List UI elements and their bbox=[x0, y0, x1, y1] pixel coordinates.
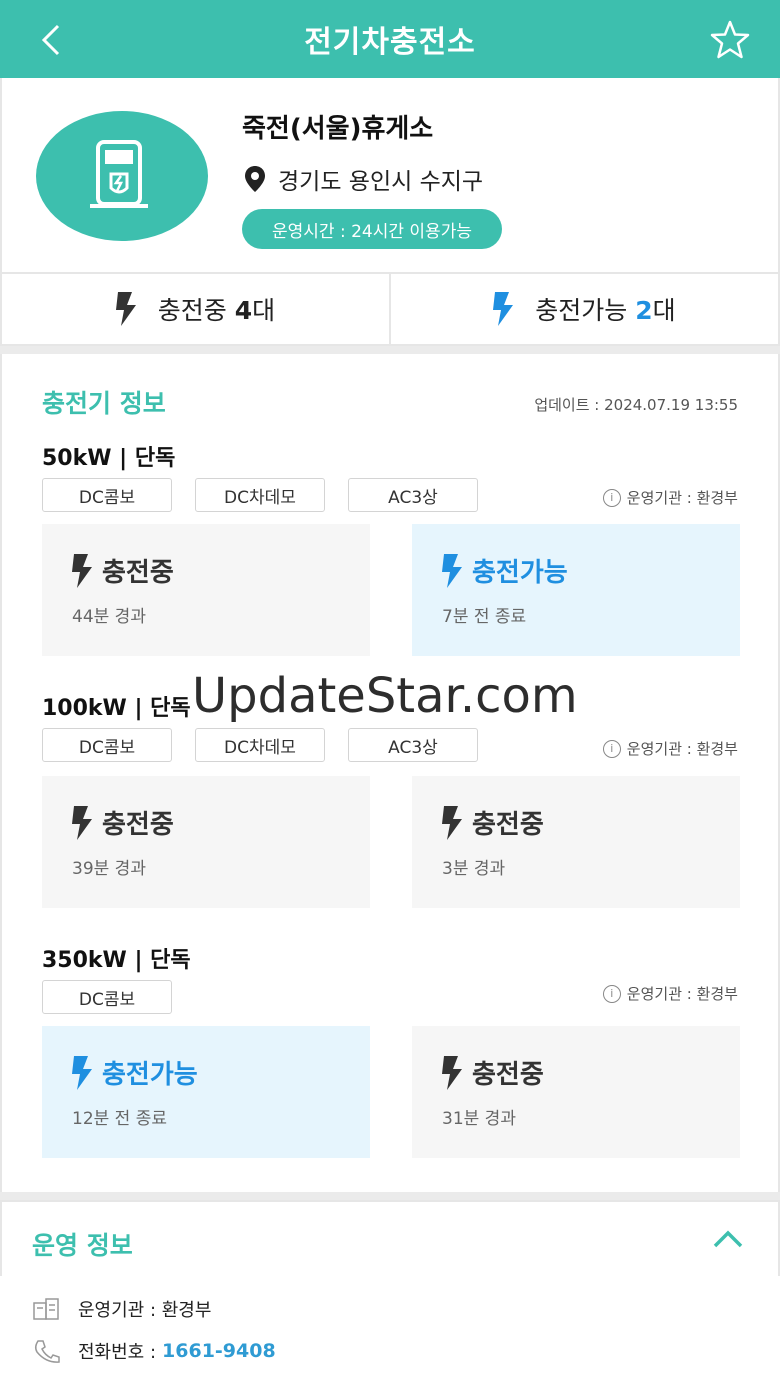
updated-time: 업데이트 : 2024.07.19 13:55 bbox=[534, 396, 738, 414]
charger-slot[interactable]: 충전중 39분 경과 bbox=[42, 776, 370, 908]
slot-detail: 7분 전 종료 bbox=[442, 607, 527, 627]
slot-status: 충전가능 bbox=[102, 1060, 198, 1090]
favorite-star-icon[interactable] bbox=[708, 18, 752, 62]
divider bbox=[0, 346, 780, 354]
operator-note: i 운영기관 : 환경부 bbox=[602, 738, 738, 759]
operator-note: i 운영기관 : 환경부 bbox=[602, 487, 738, 508]
location-pin-icon bbox=[245, 166, 265, 192]
app-header: 전기차충전소 bbox=[0, 0, 780, 78]
slot-status: 충전중 bbox=[102, 558, 174, 588]
operation-info-section: 운영 정보 운영기관 : 환경부 전화번호 : 1661-9408 bbox=[0, 1200, 780, 1386]
operator-row: 운영기관 : 환경부 bbox=[32, 1296, 211, 1322]
station-card: 죽전(서울)휴게소 경기도 용인시 수지구 운영시간 : 24시간 이용가능 bbox=[0, 78, 780, 272]
station-address: 경기도 용인시 수지구 bbox=[244, 162, 483, 196]
charging-station-icon bbox=[90, 140, 148, 208]
operator-text: 운영기관 : 환경부 bbox=[78, 1300, 212, 1321]
slot-status: 충전중 bbox=[102, 810, 174, 840]
charging-count: 4 bbox=[234, 296, 253, 325]
phone-number[interactable]: 1661-9408 bbox=[162, 1340, 276, 1362]
slot-detail: 39분 경과 bbox=[72, 859, 146, 879]
slot-detail: 3분 경과 bbox=[442, 859, 506, 879]
available-label: 충전가능 bbox=[535, 296, 628, 325]
charging-summary: 충전중 4대 bbox=[2, 274, 389, 344]
charger-group-title: 350kW | 단독 bbox=[42, 948, 191, 973]
available-unit: 대 bbox=[652, 296, 676, 325]
bolt-icon bbox=[72, 553, 92, 588]
slot-status: 충전중 bbox=[472, 810, 544, 840]
bolt-icon bbox=[72, 1055, 92, 1090]
phone-label: 전화번호 : bbox=[78, 1342, 157, 1363]
connector-tag: DC차데모 bbox=[195, 728, 325, 762]
bolt-icon bbox=[442, 1055, 462, 1090]
charger-info-section: 충전기 정보 업데이트 : 2024.07.19 13:55 50kW | 단독… bbox=[0, 354, 780, 1192]
phone-row[interactable]: 전화번호 : 1661-9408 bbox=[32, 1338, 276, 1364]
address-text: 경기도 용인시 수지구 bbox=[278, 169, 484, 195]
connector-tag: DC콤보 bbox=[42, 980, 172, 1014]
connector-tag: AC3상 bbox=[348, 478, 478, 512]
available-count: 2 bbox=[635, 296, 653, 325]
bolt-icon bbox=[493, 292, 514, 326]
bolt-icon bbox=[72, 805, 92, 840]
back-arrow-icon[interactable] bbox=[32, 20, 72, 60]
info-icon: i bbox=[602, 984, 621, 1003]
connector-tag: DC콤보 bbox=[42, 478, 172, 512]
connector-tag: DC차데모 bbox=[195, 478, 325, 512]
operation-header[interactable]: 운영 정보 bbox=[0, 1200, 780, 1276]
charger-group-title: 100kW | 단독 bbox=[42, 696, 191, 721]
station-name: 죽전(서울)휴게소 bbox=[242, 114, 434, 144]
charger-slot[interactable]: 충전중 31분 경과 bbox=[412, 1026, 740, 1158]
slot-detail: 12분 전 종료 bbox=[72, 1109, 167, 1129]
charger-slot[interactable]: 충전중 44분 경과 bbox=[42, 524, 370, 656]
available-summary: 충전가능 2대 bbox=[389, 274, 778, 344]
slot-status: 충전가능 bbox=[472, 558, 568, 588]
slot-detail: 44분 경과 bbox=[72, 607, 146, 627]
section-title: 충전기 정보 bbox=[42, 389, 166, 418]
building-icon bbox=[33, 1298, 59, 1320]
station-logo bbox=[36, 111, 208, 241]
watermark-text: UpdateStar.com bbox=[192, 668, 578, 724]
chevron-up-icon[interactable] bbox=[712, 1226, 744, 1250]
bolt-icon bbox=[115, 292, 136, 326]
hours-badge: 운영시간 : 24시간 이용가능 bbox=[242, 209, 502, 249]
charging-unit: 대 bbox=[252, 296, 276, 325]
connector-tag: DC콤보 bbox=[42, 728, 172, 762]
charging-label: 충전중 bbox=[157, 296, 227, 325]
info-icon: i bbox=[602, 488, 621, 507]
page-title: 전기차충전소 bbox=[304, 25, 476, 60]
phone-icon bbox=[34, 1340, 60, 1363]
charger-slot[interactable]: 충전가능 7분 전 종료 bbox=[412, 524, 740, 656]
bolt-icon bbox=[442, 805, 462, 840]
bolt-icon bbox=[442, 553, 462, 588]
charger-group-title: 50kW | 단독 bbox=[42, 446, 176, 471]
slot-status: 충전중 bbox=[472, 1060, 544, 1090]
operator-note: i 운영기관 : 환경부 bbox=[602, 983, 738, 1004]
connector-tag: AC3상 bbox=[348, 728, 478, 762]
divider bbox=[0, 1192, 780, 1200]
charger-slot[interactable]: 충전중 3분 경과 bbox=[412, 776, 740, 908]
section-title: 운영 정보 bbox=[32, 1231, 133, 1260]
slot-detail: 31분 경과 bbox=[442, 1109, 516, 1129]
charger-slot[interactable]: 충전가능 12분 전 종료 bbox=[42, 1026, 370, 1158]
info-icon: i bbox=[602, 739, 621, 758]
status-summary: 충전중 4대 충전가능 2대 bbox=[0, 272, 780, 346]
